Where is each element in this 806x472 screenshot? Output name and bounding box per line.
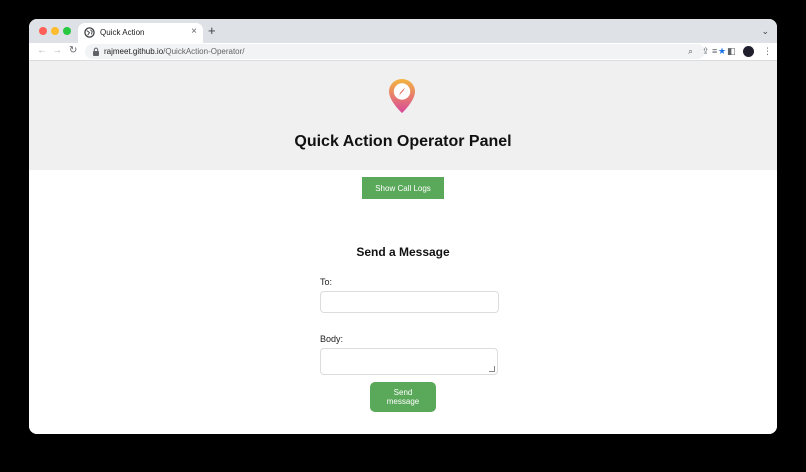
to-input[interactable]	[320, 291, 499, 313]
forward-icon[interactable]: →	[52, 45, 62, 57]
back-icon[interactable]: ←	[37, 45, 47, 57]
window-close-button[interactable]	[39, 27, 47, 35]
browser-toolbar: ← → ↻ rajmeet.github.io/QuickAction-Oper…	[29, 43, 777, 61]
body-textarea[interactable]	[320, 348, 498, 375]
tab-quick-action[interactable]: Quick Action ×	[78, 23, 203, 43]
url-host: rajmeet.github.io	[104, 47, 164, 56]
url-text: rajmeet.github.io/QuickAction-Operator/	[104, 46, 245, 57]
page-title: Quick Action Operator Panel	[294, 133, 512, 150]
reload-icon[interactable]: ↻	[69, 45, 77, 57]
tab-search-icon[interactable]: ⌄	[761, 25, 769, 37]
zoom-icon[interactable]: ⌕	[688, 46, 693, 57]
side-panel-icon[interactable]: ◧	[727, 45, 736, 57]
resize-handle-icon[interactable]	[489, 366, 495, 372]
tab-strip: Quick Action × + ⌄	[29, 19, 777, 43]
lock-icon[interactable]	[92, 47, 100, 56]
menu-icon[interactable]: ⋮	[763, 45, 772, 57]
bookmark-star-icon[interactable]: ★	[718, 46, 726, 57]
message-section-title: Send a Message	[356, 245, 450, 259]
profile-avatar[interactable]	[743, 46, 754, 57]
compass-pin-icon	[389, 79, 415, 113]
globe-icon	[84, 27, 95, 38]
tab-title: Quick Action	[100, 28, 145, 37]
window-maximize-button[interactable]	[63, 27, 71, 35]
url-path: /QuickAction-Operator/	[163, 47, 245, 56]
new-tab-button[interactable]: +	[208, 24, 216, 38]
page-header: Quick Action Operator Panel	[29, 61, 777, 170]
browser-window: Quick Action × + ⌄ ← → ↻ rajmeet.github.…	[29, 19, 777, 434]
body-label: Body:	[320, 334, 344, 344]
tab-close-icon[interactable]: ×	[191, 26, 197, 38]
send-message-button[interactable]: Send message	[370, 382, 436, 412]
address-bar[interactable]: rajmeet.github.io/QuickAction-Operator/ …	[85, 44, 726, 59]
window-minimize-button[interactable]	[51, 27, 59, 35]
page-content: Quick Action Operator Panel Show Call Lo…	[29, 61, 777, 434]
to-label: To:	[320, 277, 333, 287]
show-call-logs-button[interactable]: Show Call Logs	[362, 177, 444, 199]
reading-list-icon[interactable]: ≡	[712, 45, 717, 57]
share-icon[interactable]: ⇪	[702, 46, 710, 57]
